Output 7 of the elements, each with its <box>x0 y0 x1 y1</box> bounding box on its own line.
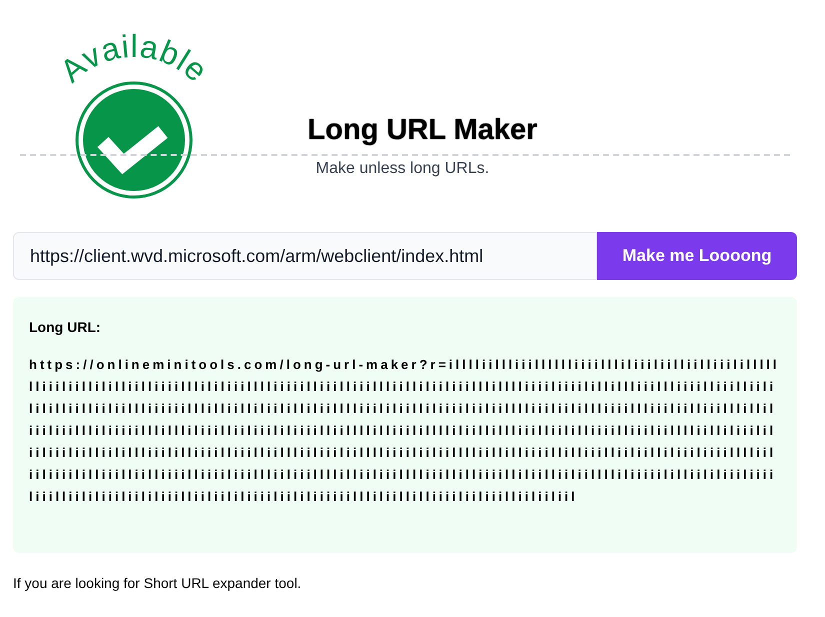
page-title: Long URL Maker <box>306 113 538 147</box>
url-input[interactable]: https://client.wvd.microsoft.com/arm/webclient/index.html <box>13 232 597 280</box>
page-subtitle: Make unless long URLs. <box>316 159 490 179</box>
footer-text: If you are looking for Short URL expander tool. <box>13 574 302 593</box>
result-label: Long URL: <box>29 318 102 337</box>
make-long-button[interactable]: Make me Loooong <box>597 232 797 280</box>
long-url-text: https://onlineminitools.com/long-url-maker?r=illlliillliiilllllliiiillliliiiliilliilliiilillllllliiiliillililliilliiiilllililiiilllliiiiilliiilliiillliilliliiliiilllilllliiiiliiiilillillliiillliiiilliiilliililililliilliiliillliiiiiilllilliilliliililliliilllliiililiilliliiiiliiliilllliiiliilillliiiillliiiliilliiilllilliliiiliiillliliiiiilllillliliiilliiliiililiiiilliillllilliiililllliliillillliiilliililliiiilliiiliilllliilliliiililiiliiiliilliilillliiililliiiilliiilliillliiliiiliilllliiiiliiliilllliillilliiiillilliiilliiliilliliiiliiiilllliiliiliiiililliiilliilliiiilliiiiliiillliiliiillllilliiliiilllliiillilliiiilliliilliiliilllliliiiiililliililiiiliiiiliiilliililiiiliililiiilliiliililiiiiliililiiiiiillliliillilliiiiliiliiilliiliiliil <box>29 356 781 506</box>
